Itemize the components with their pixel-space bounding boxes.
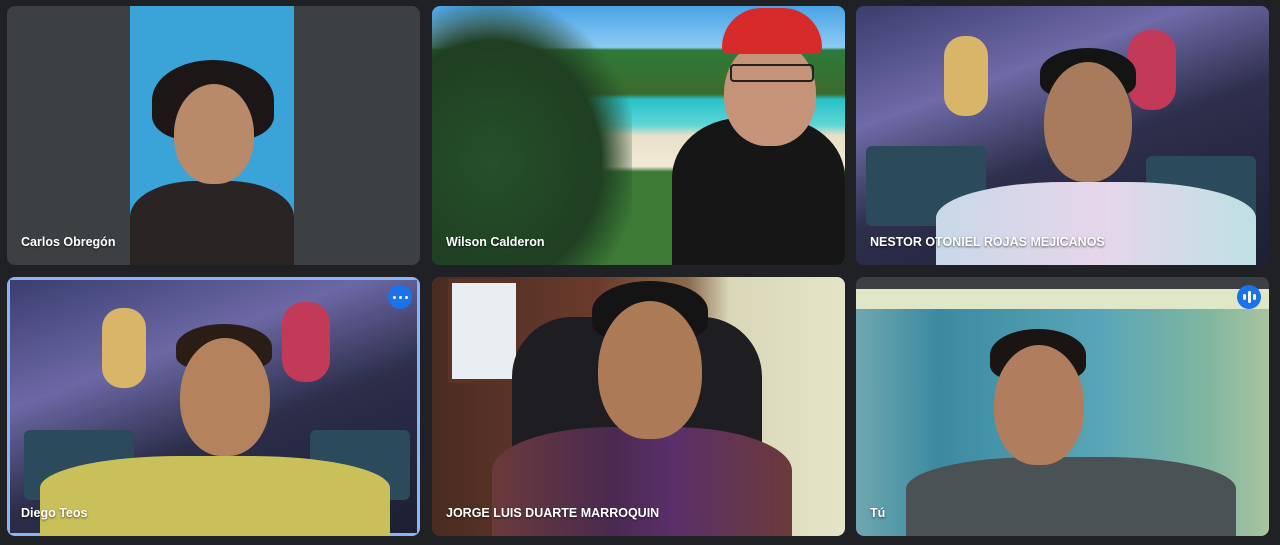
participant-name: Tú [870,506,886,520]
video-feed [10,280,417,536]
video-feed [130,6,294,265]
participant-name: Diego Teos [21,506,88,520]
participant-tile-wilson[interactable]: Wilson Calderon [432,6,845,265]
more-horiz-icon [391,295,409,299]
participant-tile-jorge[interactable]: JORGE LUIS DUARTE MARROQUIN [432,277,845,536]
video-feed [856,6,1269,265]
more-options-button[interactable] [388,285,412,309]
participant-name: NESTOR OTONIEL ROJAS MEJICANOS [870,235,1105,249]
video-feed [432,277,845,536]
participant-name: Carlos Obregón [21,235,116,249]
video-feed [432,6,845,265]
video-feed [856,289,1269,536]
participant-tile-nestor[interactable]: NESTOR OTONIEL ROJAS MEJICANOS [856,6,1269,265]
participant-tile-carlos[interactable]: Carlos Obregón [7,6,420,265]
participant-name: Wilson Calderon [446,235,545,249]
participant-name: JORGE LUIS DUARTE MARROQUIN [446,506,660,520]
participant-tile-self[interactable]: Tú [856,277,1269,536]
participant-tile-diego[interactable]: Diego Teos [7,277,420,536]
audio-level-icon [1242,291,1257,303]
speaking-indicator [1237,285,1261,309]
